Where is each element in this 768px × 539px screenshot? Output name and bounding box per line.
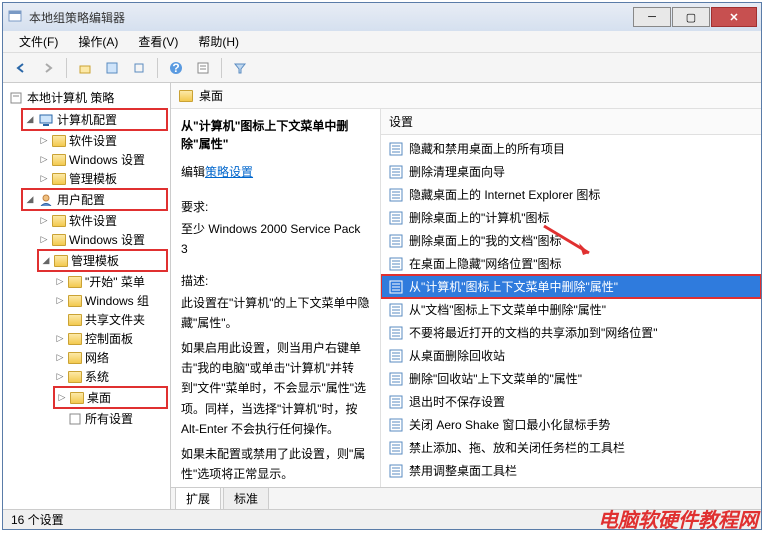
- settings-list: 设置 隐藏和禁用桌面上的所有项目删除清理桌面向导隐藏桌面上的 Internet …: [381, 109, 761, 487]
- edit-policy-link[interactable]: 策略设置: [205, 163, 253, 180]
- folder-icon: [52, 215, 66, 227]
- tree-item[interactable]: ▷Windows 设置: [37, 150, 168, 169]
- forward-button[interactable]: [36, 56, 60, 80]
- list-row[interactable]: 删除桌面上的"我的文档"图标: [381, 229, 761, 252]
- menu-file[interactable]: 文件(F): [9, 31, 68, 52]
- app-window: 本地组策略编辑器 ─ ▢ ✕ 文件(F) 操作(A) 查看(V) 帮助(H) ?…: [2, 2, 762, 530]
- tree-item[interactable]: ▷Windows 设置: [37, 230, 168, 249]
- list-row[interactable]: 删除桌面上的"计算机"图标: [381, 206, 761, 229]
- menu-view[interactable]: 查看(V): [128, 31, 188, 52]
- folder-icon: [179, 90, 193, 102]
- tree-desktop[interactable]: ▷桌面: [53, 386, 168, 409]
- setting-title: 从"计算机"图标上下文菜单中删除"属性": [181, 117, 370, 153]
- tree-item[interactable]: ▷网络: [53, 348, 168, 367]
- tab-standard[interactable]: 标准: [223, 487, 269, 509]
- folder-icon: [52, 154, 66, 166]
- folder-icon: [70, 392, 84, 404]
- list-row[interactable]: 从桌面删除回收站: [381, 344, 761, 367]
- folder-icon: [68, 314, 82, 326]
- content-title: 桌面: [199, 87, 223, 104]
- tree-computer-config[interactable]: ◢ 计算机配置: [21, 108, 168, 131]
- folder-icon: [68, 371, 82, 383]
- computer-icon: [38, 113, 54, 127]
- list-row[interactable]: 删除"回收站"上下文菜单的"属性": [381, 367, 761, 390]
- tree-item[interactable]: ▷"开始" 菜单: [53, 272, 168, 291]
- up-button[interactable]: [73, 56, 97, 80]
- list-row[interactable]: 退出时不保存设置: [381, 390, 761, 413]
- list-row[interactable]: 删除清理桌面向导: [381, 160, 761, 183]
- list-row[interactable]: 不要将最近打开的文档的共享添加到"网络位置": [381, 321, 761, 344]
- tree-root: 本地计算机 策略: [5, 87, 168, 108]
- menu-action[interactable]: 操作(A): [68, 31, 128, 52]
- folder-icon: [52, 234, 66, 246]
- tree-admin-templates[interactable]: ◢ 管理模板: [37, 249, 168, 272]
- settings-icon: [68, 412, 82, 426]
- expander-icon: ◢: [25, 115, 35, 125]
- list-row[interactable]: 在桌面上隐藏"网络位置"图标: [381, 252, 761, 275]
- right-pane: 桌面 从"计算机"图标上下文菜单中删除"属性" 编辑策略设置 要求: 至少 Wi…: [171, 83, 761, 509]
- folder-icon: [54, 255, 68, 267]
- watermark: 电脑软硬件教程网: [598, 504, 758, 533]
- window-title: 本地组策略编辑器: [29, 9, 632, 26]
- folder-icon: [68, 352, 82, 364]
- properties-button[interactable]: [191, 56, 215, 80]
- tree-user-config[interactable]: ◢ 用户配置: [21, 188, 168, 211]
- tree-item[interactable]: 共享文件夹: [53, 310, 168, 329]
- expander-icon: ◢: [25, 195, 35, 205]
- list-row[interactable]: 关闭 Aero Shake 窗口最小化鼠标手势: [381, 413, 761, 436]
- svg-text:?: ?: [172, 61, 179, 75]
- req-text: 至少 Windows 2000 Service Pack 3: [181, 219, 370, 260]
- tree-item[interactable]: ▷软件设置: [37, 131, 168, 150]
- tree-pane[interactable]: 本地计算机 策略 ◢ 计算机配置 ▷软件设置 ▷Windows 设置 ▷管理模板: [3, 83, 171, 509]
- tab-extended[interactable]: 扩展: [175, 487, 221, 509]
- tree-item[interactable]: 所有设置: [53, 409, 168, 428]
- tree-root-label: 本地计算机 策略: [27, 89, 114, 106]
- list-row[interactable]: 从"文档"图标上下文菜单中删除"属性": [381, 298, 761, 321]
- maximize-button[interactable]: ▢: [672, 7, 710, 27]
- list-row[interactable]: 隐藏桌面上的 Internet Explorer 图标: [381, 183, 761, 206]
- content-header: 桌面: [171, 83, 761, 109]
- desc-label: 描述:: [181, 272, 370, 289]
- app-icon: [7, 9, 23, 25]
- list-row[interactable]: 隐藏和禁用桌面上的所有项目: [381, 137, 761, 160]
- status-text: 16 个设置: [11, 511, 64, 528]
- tree-item[interactable]: ▷管理模板: [37, 169, 168, 188]
- tree-item[interactable]: ▷Windows 组: [53, 291, 168, 310]
- menu-help[interactable]: 帮助(H): [188, 31, 249, 52]
- toolbar: ?: [3, 53, 761, 83]
- user-icon: [38, 193, 54, 207]
- tree-item[interactable]: ▷控制面板: [53, 329, 168, 348]
- list-row[interactable]: 禁止添加、拖、放和关闭任务栏的工具栏: [381, 436, 761, 459]
- folder-icon: [68, 276, 82, 288]
- column-header[interactable]: 设置: [381, 109, 761, 135]
- folder-icon: [68, 295, 82, 307]
- description-column: 从"计算机"图标上下文菜单中删除"属性" 编辑策略设置 要求: 至少 Windo…: [171, 109, 381, 487]
- export-button[interactable]: [127, 56, 151, 80]
- menubar: 文件(F) 操作(A) 查看(V) 帮助(H): [3, 31, 761, 53]
- policy-icon: [9, 91, 23, 105]
- folder-icon: [68, 333, 82, 345]
- titlebar: 本地组策略编辑器 ─ ▢ ✕: [3, 3, 761, 31]
- folder-icon: [52, 173, 66, 185]
- list-row[interactable]: 从"计算机"图标上下文菜单中删除"属性": [381, 275, 761, 298]
- back-button[interactable]: [9, 56, 33, 80]
- expander-icon: ◢: [41, 256, 51, 266]
- req-label: 要求:: [181, 198, 370, 215]
- minimize-button[interactable]: ─: [633, 7, 671, 27]
- list-row[interactable]: 禁用调整桌面工具栏: [381, 459, 761, 482]
- tree-item[interactable]: ▷软件设置: [37, 211, 168, 230]
- show-hide-button[interactable]: [100, 56, 124, 80]
- tree-item[interactable]: ▷系统: [53, 367, 168, 386]
- filter-button[interactable]: [228, 56, 252, 80]
- folder-icon: [52, 135, 66, 147]
- close-button[interactable]: ✕: [711, 7, 757, 27]
- help-button[interactable]: ?: [164, 56, 188, 80]
